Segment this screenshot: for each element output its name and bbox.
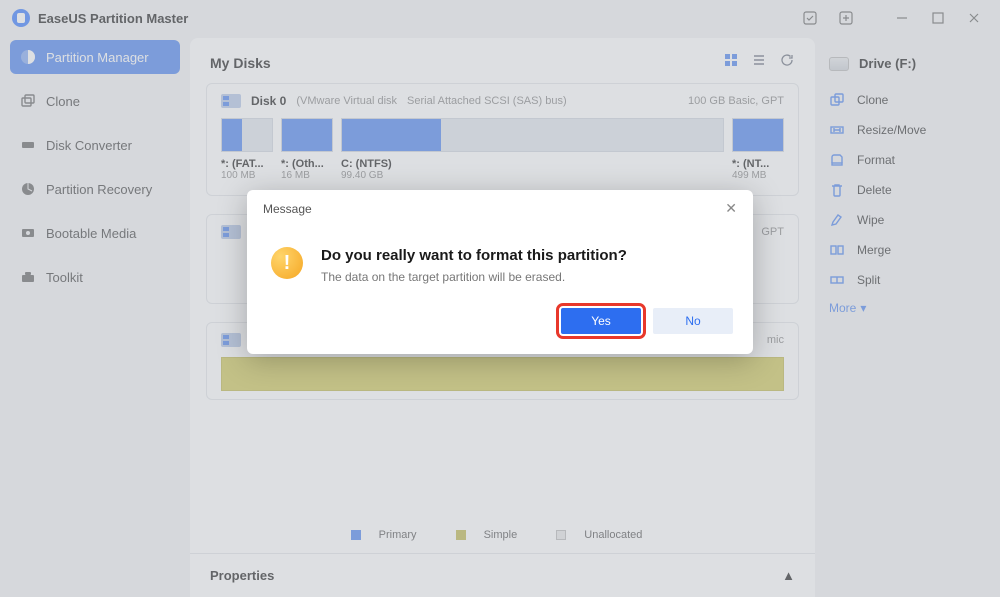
- no-button[interactable]: No: [653, 308, 733, 334]
- modal-title: Message: [263, 202, 312, 216]
- modal-overlay: Message ✕ ! Do you really want to format…: [0, 0, 1000, 597]
- modal-heading: Do you really want to format this partit…: [321, 247, 627, 264]
- close-icon[interactable]: ✕: [725, 200, 737, 217]
- modal-message: The data on the target partition will be…: [321, 270, 627, 284]
- confirm-modal: Message ✕ ! Do you really want to format…: [247, 190, 753, 354]
- yes-button[interactable]: Yes: [561, 308, 641, 334]
- warning-icon: !: [271, 247, 303, 279]
